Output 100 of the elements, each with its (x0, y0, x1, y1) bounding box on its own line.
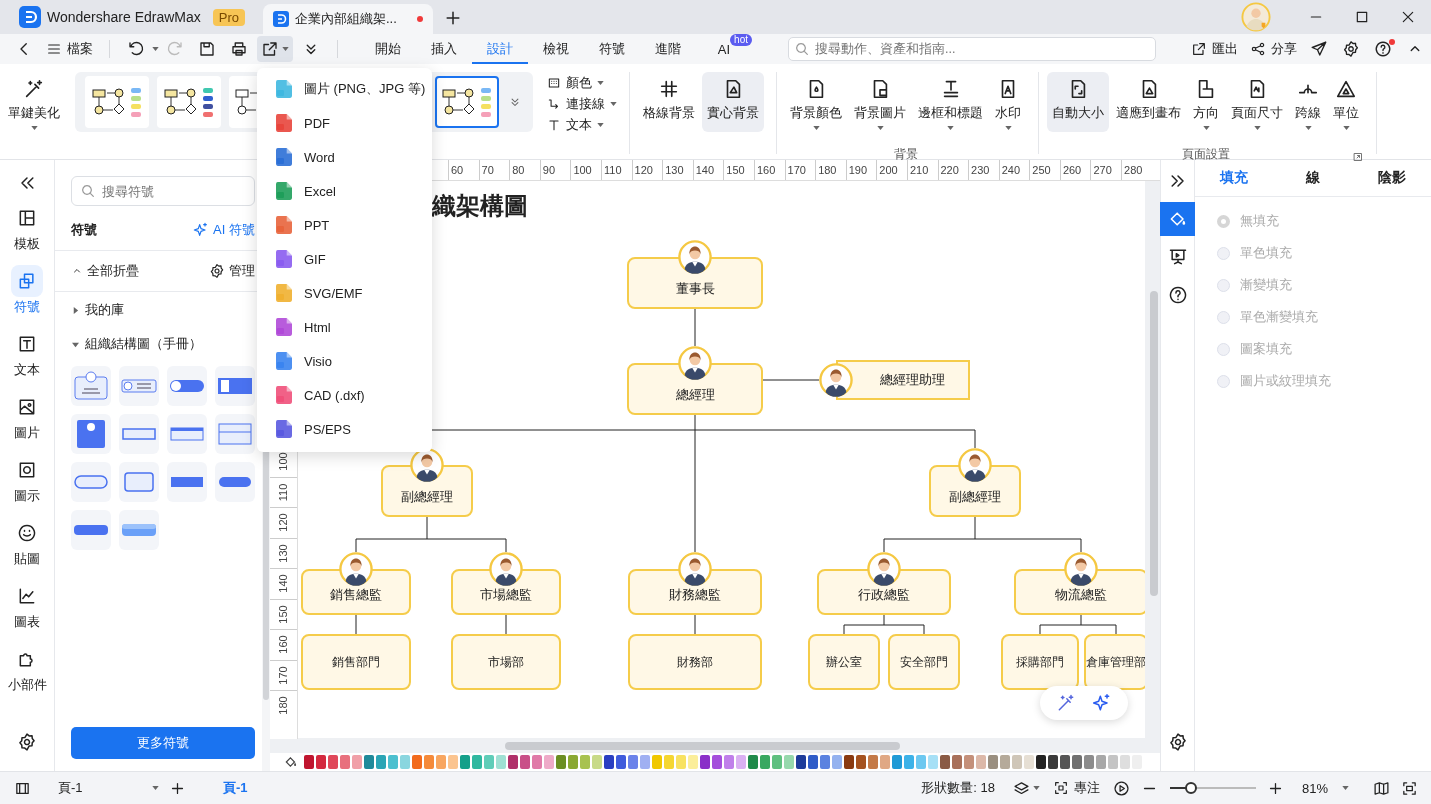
org-node[interactable]: 物流總監 (1014, 552, 1145, 615)
ribbon-button[interactable]: 格線背景 (638, 72, 700, 132)
format-dropdown[interactable]: 文本 (547, 116, 617, 134)
ribbon-button[interactable]: 單位 (1328, 72, 1364, 132)
ruler-label: 150 (278, 605, 289, 624)
menu-item[interactable]: PPT (257, 208, 432, 242)
org-node[interactable]: 採購部門 (1001, 634, 1079, 690)
symbol-search-field[interactable]: 搜尋符號 (71, 176, 255, 206)
export-menu-button[interactable] (257, 36, 293, 62)
scrollbar[interactable] (1150, 291, 1158, 596)
nav-item[interactable]: 貼圖 (11, 517, 43, 568)
org-node[interactable]: 副總經理 (381, 448, 473, 517)
ribbon-button[interactable]: 自動大小 (1047, 72, 1109, 132)
shape-thumbnail[interactable] (215, 414, 255, 454)
format-dropdown[interactable]: 顏色 (547, 74, 617, 92)
shape-thumbnail[interactable] (215, 366, 255, 406)
ribbon-button[interactable]: 方向 (1188, 72, 1224, 132)
focus-button[interactable]: 專注 (1046, 775, 1106, 801)
menu-tab[interactable]: 檢視 (528, 34, 584, 64)
shape-thumbnail[interactable] (71, 414, 111, 454)
caret-icon (610, 102, 617, 106)
style-thumbnail[interactable] (85, 76, 149, 128)
menu-tab[interactable]: 設計 (472, 34, 528, 64)
org-node[interactable]: 辦公室 (808, 634, 880, 690)
shape-thumbnail[interactable] (167, 366, 207, 406)
shape-thumbnail[interactable] (119, 414, 159, 454)
org-node[interactable]: 行政總監 (817, 552, 951, 615)
shape-thumbnail[interactable] (167, 414, 207, 454)
style-thumbnail[interactable] (156, 76, 221, 128)
ai-symbols-button[interactable]: AI 符號 (193, 221, 255, 239)
page-dropdown[interactable]: 頁-1 (58, 779, 163, 797)
org-node[interactable]: 財務部 (628, 634, 762, 690)
paint-bucket-icon[interactable] (1160, 202, 1195, 236)
ribbon-button[interactable]: 背景顏色 (785, 72, 847, 132)
nav-item[interactable]: 圖表 (11, 580, 43, 631)
ribbon-button[interactable]: 適應到畫布 (1111, 72, 1186, 132)
shape-thumbnail[interactable] (71, 462, 111, 502)
file-menu-button[interactable]: 檔案 (40, 36, 99, 62)
org-node[interactable]: 財務總監 (628, 552, 762, 615)
menu-tab[interactable]: 開始 (360, 34, 416, 64)
shape-thumbnail[interactable] (71, 366, 111, 406)
shape-thumbnail[interactable] (119, 366, 159, 406)
panel-tab[interactable]: 線 (1273, 160, 1353, 196)
shape-thumbnail[interactable] (167, 462, 207, 502)
panel-tab[interactable]: 填充 (1195, 160, 1274, 196)
nav-item[interactable]: 模板 (11, 202, 43, 253)
search-field[interactable]: 搜尋動作、資產和指南... (788, 37, 1156, 61)
color-palette[interactable] (304, 755, 1142, 769)
menu-item[interactable]: CAD (.dxf) (257, 378, 432, 412)
ribbon-button[interactable]: 水印 (990, 72, 1026, 132)
menu-item[interactable]: PDF (257, 106, 432, 140)
panel-tab[interactable]: 陰影 (1352, 160, 1431, 196)
beautify-button[interactable]: 單鍵美化 (3, 72, 65, 132)
menu-tab[interactable]: AI hot (696, 34, 752, 64)
export-button[interactable]: 匯出 (1185, 36, 1244, 62)
ribbon-button[interactable]: 邊框和標題 (913, 72, 988, 132)
manage-button[interactable]: 管理 (209, 262, 255, 280)
more-symbols-button[interactable]: 更多符號 (71, 727, 255, 759)
share-button[interactable]: 分享 (1244, 36, 1303, 62)
format-dropdown[interactable]: 連接線 (547, 95, 617, 113)
org-node[interactable]: 總經理助理 (819, 360, 970, 400)
style-thumbnail[interactable] (435, 76, 500, 128)
org-node[interactable]: 倉庫管理部 (1084, 634, 1145, 690)
zoom-dropdown[interactable]: 81% (1301, 780, 1349, 796)
page-tab[interactable]: 頁-1 (219, 775, 252, 801)
nav-item[interactable]: 圖示 (11, 454, 43, 505)
org-node[interactable]: 安全部門 (888, 634, 960, 690)
menu-item[interactable]: 圖片 (PNG、JPG 等) (257, 72, 432, 106)
menu-tab[interactable]: 進階 (640, 34, 696, 64)
org-node[interactable]: 銷售部門 (301, 634, 411, 690)
menu-item[interactable]: GIF (257, 242, 432, 276)
shape-thumbnail[interactable] (119, 462, 159, 502)
shape-thumbnail[interactable] (119, 510, 159, 550)
nav-item[interactable]: 圖片 (11, 391, 43, 442)
menu-tab[interactable]: 插入 (416, 34, 472, 64)
shape-thumbnail[interactable] (215, 462, 255, 502)
nav-item[interactable]: 小部件 (7, 643, 47, 694)
org-node[interactable]: 總經理 (627, 346, 763, 415)
menu-item[interactable]: PS/EPS (257, 412, 432, 446)
menu-item[interactable]: Excel (257, 174, 432, 208)
ribbon-button[interactable]: 實心背景 (702, 72, 764, 132)
ribbon-button[interactable]: 跨線 (1290, 72, 1326, 132)
org-node[interactable]: 銷售總監 (301, 552, 411, 615)
nav-item[interactable]: 文本 (11, 328, 43, 379)
org-node[interactable]: 市場部 (451, 634, 561, 690)
menu-item[interactable]: Word (257, 140, 432, 174)
fill-bucket-icon[interactable] (284, 755, 298, 769)
collapse-all-button[interactable]: 全部折疊 (71, 262, 139, 280)
shape-thumbnail[interactable] (71, 510, 111, 550)
zoom-slider[interactable] (1169, 782, 1256, 794)
org-node[interactable]: 董事長 (627, 240, 763, 309)
scrollbar[interactable] (505, 742, 900, 750)
ribbon-button[interactable]: 背景圖片 (849, 72, 911, 132)
expand-icon[interactable] (1352, 151, 1364, 163)
app-name: Wondershare EdrawMax (47, 9, 201, 25)
menu-tab[interactable]: 符號 (584, 34, 640, 64)
ribbon-button[interactable]: 頁面尺寸 (1226, 72, 1288, 132)
document-tab[interactable]: 企業內部組織架... (263, 4, 433, 34)
org-node[interactable]: 副總經理 (929, 448, 1021, 517)
org-node[interactable]: 市場總監 (451, 552, 561, 615)
